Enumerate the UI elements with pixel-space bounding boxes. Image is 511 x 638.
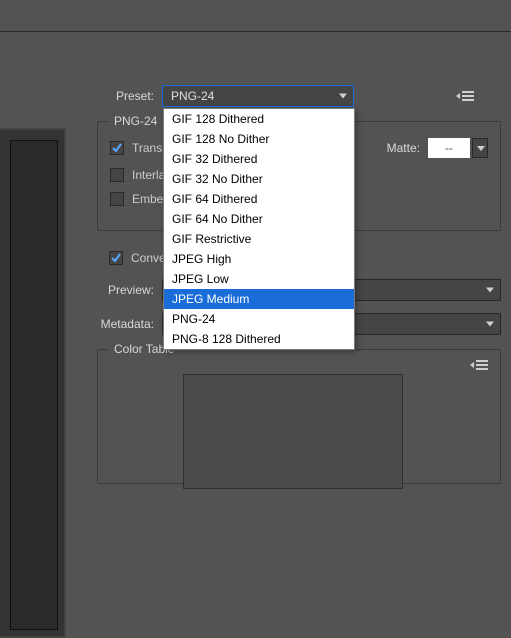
preset-option[interactable]: GIF 64 Dithered [164,189,354,209]
preset-option[interactable]: GIF 32 Dithered [164,149,354,169]
preset-option[interactable]: GIF 128 No Dither [164,129,354,149]
preset-menu-holder [444,89,474,103]
matte-wrap: Matte: -- [387,138,488,158]
preset-option[interactable]: GIF 32 No Dither [164,169,354,189]
preset-option[interactable]: GIF 64 No Dither [164,209,354,229]
interlaced-checkbox[interactable] [110,168,124,182]
preset-option[interactable]: PNG-8 128 Dithered [164,329,354,349]
save-for-web-panel: Preset: PNG-24 GIF 128 DitheredGIF 128 N… [0,33,511,607]
matte-dropdown-button[interactable] [472,138,488,158]
preset-selected-value: PNG-24 [171,89,214,103]
chevron-down-icon [486,288,494,293]
transparency-checkbox[interactable] [110,141,124,155]
matte-label: Matte: [387,141,420,155]
preset-label: Preset: [97,89,162,103]
preset-option[interactable]: GIF Restrictive [164,229,354,249]
preset-option[interactable]: JPEG Low [164,269,354,289]
metadata-label: Metadata: [97,317,162,331]
convert-srgb-checkbox[interactable] [109,251,123,265]
preview-label: Preview: [97,283,162,297]
preset-option[interactable]: PNG-24 [164,309,354,329]
image-preview-thumbnail [10,140,58,630]
preset-option[interactable]: GIF 128 Dithered [164,109,354,129]
format-group-title: PNG-24 [108,114,163,128]
preset-row: Preset: PNG-24 GIF 128 DitheredGIF 128 N… [97,85,501,107]
color-table-group: Color Table [97,349,501,484]
preset-option[interactable]: JPEG High [164,249,354,269]
settings-panel: Preset: PNG-24 GIF 128 DitheredGIF 128 N… [97,85,501,607]
embed-profile-checkbox[interactable] [110,192,124,206]
matte-swatch[interactable]: -- [428,138,470,158]
color-table-flyout-menu-icon[interactable] [468,358,488,372]
preset-option[interactable]: JPEG Medium [164,289,354,309]
chevron-down-icon [339,94,347,99]
color-table-canvas [183,374,403,489]
chevron-down-icon [486,322,494,327]
flyout-menu-icon[interactable] [454,89,474,103]
title-bar-area [0,0,511,32]
image-preview-frame [0,128,66,638]
preset-dropdown-list[interactable]: GIF 128 DitheredGIF 128 No DitherGIF 32 … [163,108,355,350]
preset-dropdown[interactable]: PNG-24 GIF 128 DitheredGIF 128 No Dither… [162,85,354,107]
matte-value: -- [445,141,453,155]
